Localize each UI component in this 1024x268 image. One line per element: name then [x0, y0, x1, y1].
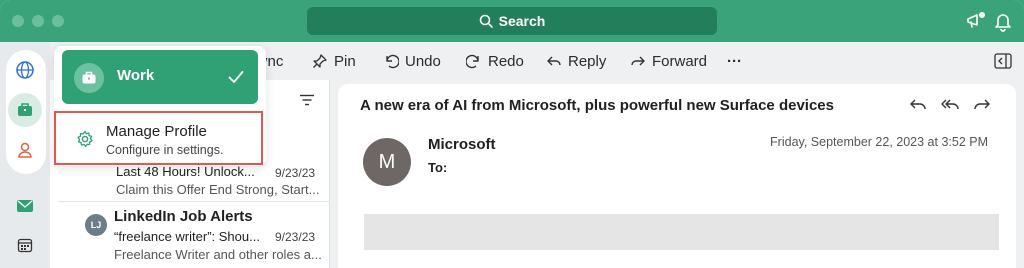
- close-window-button[interactable]: [12, 15, 24, 27]
- message-subject: “freelance writer”: Shou...: [114, 229, 260, 244]
- pin-button[interactable]: Pin: [312, 50, 356, 72]
- forward-icon: [631, 56, 645, 66]
- redo-icon: [466, 54, 479, 69]
- more-actions-button[interactable]: ···: [727, 50, 742, 72]
- more-actions-label: ···: [727, 52, 742, 70]
- calendar-icon: [17, 238, 33, 253]
- checkmark-icon: [228, 71, 244, 83]
- minimize-window-button[interactable]: [32, 15, 44, 27]
- undo-button[interactable]: Undo: [383, 50, 441, 72]
- avatar: LJ: [85, 214, 107, 236]
- rail-item-mail[interactable]: [8, 189, 42, 223]
- message-preview: Claim this Offer End Strong, Start...: [116, 182, 320, 197]
- reply-icon[interactable]: [909, 97, 927, 113]
- search-label: Search: [498, 13, 546, 29]
- message-date: 9/23/23: [275, 166, 316, 180]
- megaphone-icon[interactable]: [965, 10, 987, 32]
- globe-icon: [16, 61, 34, 79]
- pin-icon: [313, 54, 327, 68]
- search-bar[interactable]: Search: [307, 7, 717, 35]
- email-subject: A new era of AI from Microsoft, plus pow…: [360, 97, 834, 114]
- work-profile-label: Work: [117, 67, 155, 84]
- reply-label: Reply: [568, 52, 607, 70]
- forward-icon[interactable]: [973, 97, 991, 113]
- rail-item-personal-profile[interactable]: [8, 133, 42, 167]
- forward-button[interactable]: Forward: [630, 50, 707, 72]
- undo-label: Undo: [405, 52, 441, 70]
- briefcase-icon: [74, 63, 104, 93]
- list-item[interactable]: LJ LinkedIn Job Alerts “freelance writer…: [50, 202, 330, 268]
- sender-name[interactable]: Microsoft: [428, 136, 496, 153]
- rail-item-calendar[interactable]: [8, 228, 42, 262]
- redo-button[interactable]: Redo: [466, 50, 524, 72]
- email-timestamp: Friday, September 22, 2023 at 3:52 PM: [770, 135, 988, 149]
- undo-icon: [386, 54, 399, 69]
- title-bar: Search: [0, 0, 1024, 42]
- rail-item-all-accounts[interactable]: [8, 53, 42, 87]
- manage-profile-subtitle: Configure in settings.: [106, 143, 224, 157]
- outlook-window: Search ync Pin Undo Redo Reply Forward ·…: [0, 0, 1024, 268]
- pin-label: Pin: [334, 52, 356, 70]
- left-rail: [0, 42, 50, 268]
- message-preview: Freelance Writer and other roles a...: [114, 247, 322, 262]
- message-sender: LinkedIn Job Alerts: [114, 208, 253, 225]
- reply-all-icon[interactable]: [940, 97, 960, 113]
- reading-pane: A new era of AI from Microsoft, plus pow…: [338, 84, 1016, 268]
- bell-icon[interactable]: [992, 10, 1014, 32]
- manage-profile-menu-item[interactable]: Manage Profile Configure in settings.: [54, 111, 263, 165]
- person-icon: [18, 142, 32, 158]
- redo-label: Redo: [488, 52, 524, 70]
- sender-avatar: M: [363, 138, 411, 186]
- message-subject: Last 48 Hours! Unlock...: [116, 164, 255, 179]
- email-banner-placeholder: [364, 214, 999, 250]
- reply-icon: [547, 56, 561, 66]
- briefcase-icon: [18, 103, 32, 116]
- manage-profile-title: Manage Profile: [106, 123, 207, 140]
- collapse-pane-icon[interactable]: [994, 53, 1012, 69]
- recipient-label: To:: [428, 160, 448, 175]
- message-date: 9/23/23: [275, 230, 316, 244]
- search-icon: [479, 14, 493, 28]
- zoom-window-button[interactable]: [52, 15, 64, 27]
- reply-button[interactable]: Reply: [546, 50, 606, 72]
- rail-item-work-profile[interactable]: [8, 93, 42, 127]
- mail-icon: [17, 200, 33, 212]
- gear-icon: [77, 130, 93, 148]
- forward-label: Forward: [652, 52, 708, 70]
- work-profile-button[interactable]: Work: [62, 50, 258, 104]
